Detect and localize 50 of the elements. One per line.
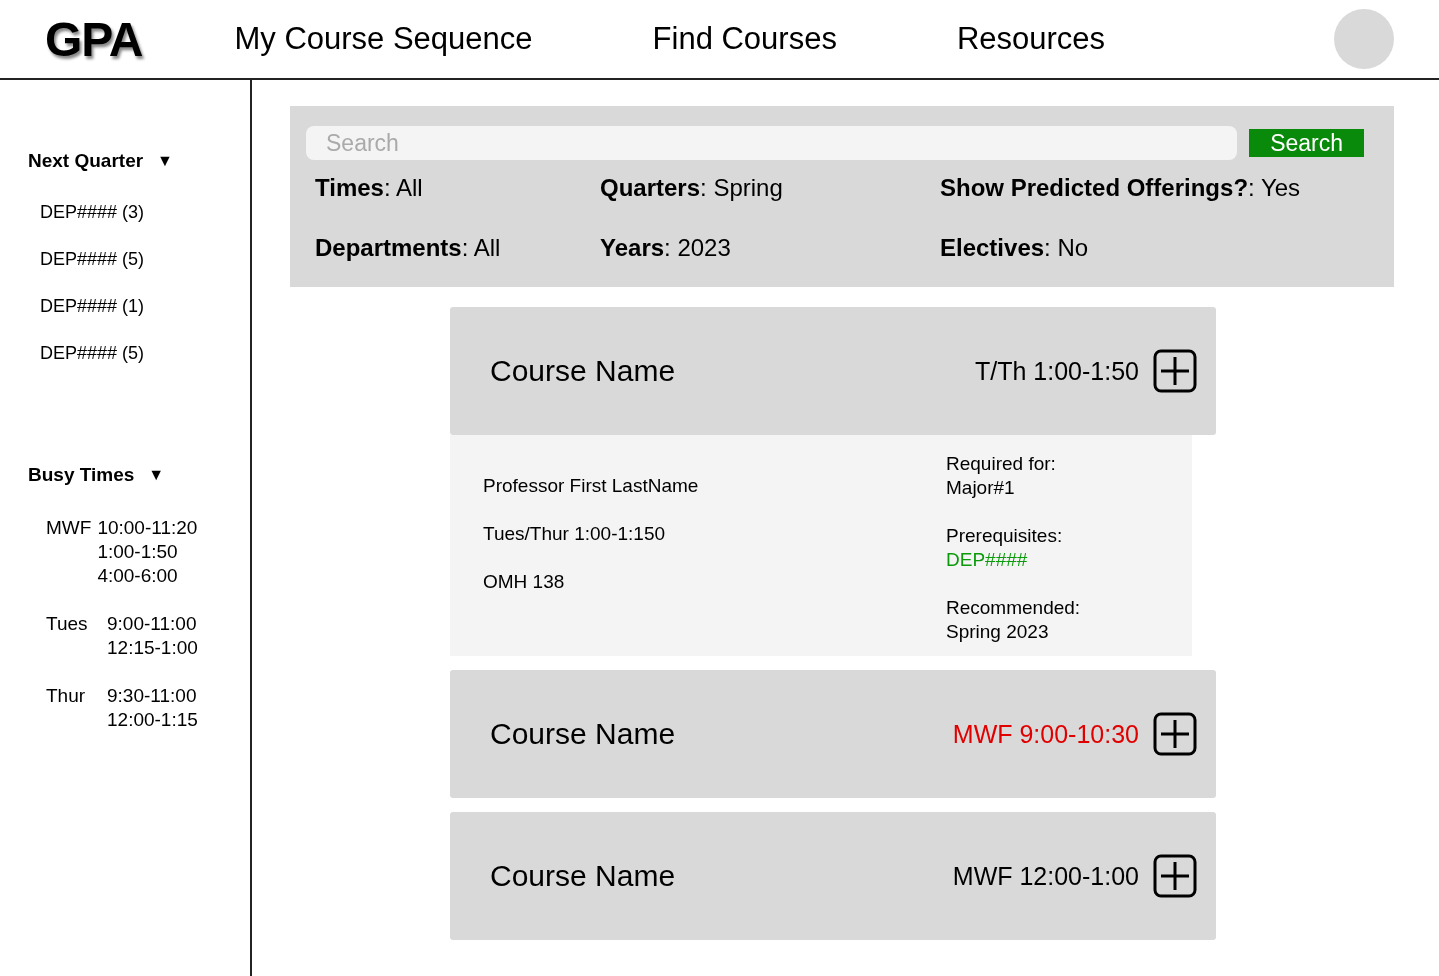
day-label: Tues — [46, 612, 89, 636]
course-info: Tues/Thur 1:00-1:150 — [483, 522, 666, 546]
time-range: 12:00-1:15 — [107, 708, 198, 732]
time-range: 1:00-1:50 — [97, 540, 179, 564]
time-range: 9:00-11:00 — [107, 612, 198, 636]
detail-label: Required for: — [946, 452, 1057, 476]
detail-value: Major#1 — [946, 476, 1016, 500]
course-card[interactable]: Course Name T/Th 1:00-1:50 — [450, 307, 1216, 435]
course-item[interactable]: DEP#### (3) — [40, 202, 250, 223]
dropdown-toggle[interactable]: ▼ — [148, 466, 165, 484]
dropdown-toggle[interactable]: ▼ — [157, 152, 173, 170]
course-name: Course Name — [490, 859, 677, 893]
filter-setting[interactable]: Years: 2023 — [600, 234, 940, 262]
filter-setting[interactable]: Times: All — [315, 174, 600, 202]
logo[interactable]: GPA — [45, 11, 143, 67]
nav-link[interactable]: Resources — [956, 21, 1106, 57]
time-range: 9:30-11:00 — [107, 684, 198, 708]
nav-link[interactable]: Find Courses — [652, 21, 837, 57]
course-time: T/Th 1:00-1:50 — [975, 356, 1139, 386]
course-time: MWF 9:00-10:30 — [952, 719, 1139, 749]
time-range: 4:00-6:00 — [97, 564, 179, 588]
day-label: MWF — [46, 516, 92, 540]
filter-setting[interactable]: Show Predicted Offerings?: Yes — [940, 174, 1364, 202]
course-card[interactable]: Course Name MWF 9:00-10:30 — [450, 670, 1216, 798]
detail-value: Spring 2023 — [946, 620, 1050, 644]
add-icon[interactable] — [1153, 712, 1197, 756]
course-item[interactable]: DEP#### (5) — [40, 343, 250, 364]
section-title: Busy Times — [28, 464, 135, 486]
section-title: Next Quarter — [28, 150, 144, 172]
filter-setting[interactable]: Departments: All — [315, 234, 600, 262]
course-item[interactable]: DEP#### (1) — [40, 296, 250, 317]
filter-setting[interactable]: Quarters: Spring — [600, 174, 940, 202]
add-icon[interactable] — [1153, 854, 1197, 898]
course-name: Course Name — [490, 354, 677, 388]
course-time: MWF 12:00-1:00 — [952, 861, 1139, 891]
course-name: Course Name — [490, 717, 677, 751]
time-range: 12:15-1:00 — [107, 636, 198, 660]
add-icon[interactable] — [1153, 349, 1197, 393]
course-info: OMH 138 — [483, 570, 566, 594]
time-range: 10:00-11:20 — [97, 516, 198, 540]
detail-label: Prerequisites: — [946, 524, 1064, 548]
course-card[interactable]: Course Name MWF 12:00-1:00 — [450, 812, 1216, 940]
detail-label: Recommended: — [946, 596, 1081, 620]
nav-link[interactable]: My Course Sequence — [234, 21, 533, 57]
course-info: Professor First LastName — [483, 474, 700, 498]
search-button[interactable]: Search — [1249, 129, 1364, 157]
filter-setting[interactable]: Electives: No — [940, 234, 1364, 262]
course-item[interactable]: DEP#### (5) — [40, 249, 250, 270]
day-label: Thur — [46, 684, 87, 708]
search-field[interactable]: Search — [306, 126, 1238, 160]
